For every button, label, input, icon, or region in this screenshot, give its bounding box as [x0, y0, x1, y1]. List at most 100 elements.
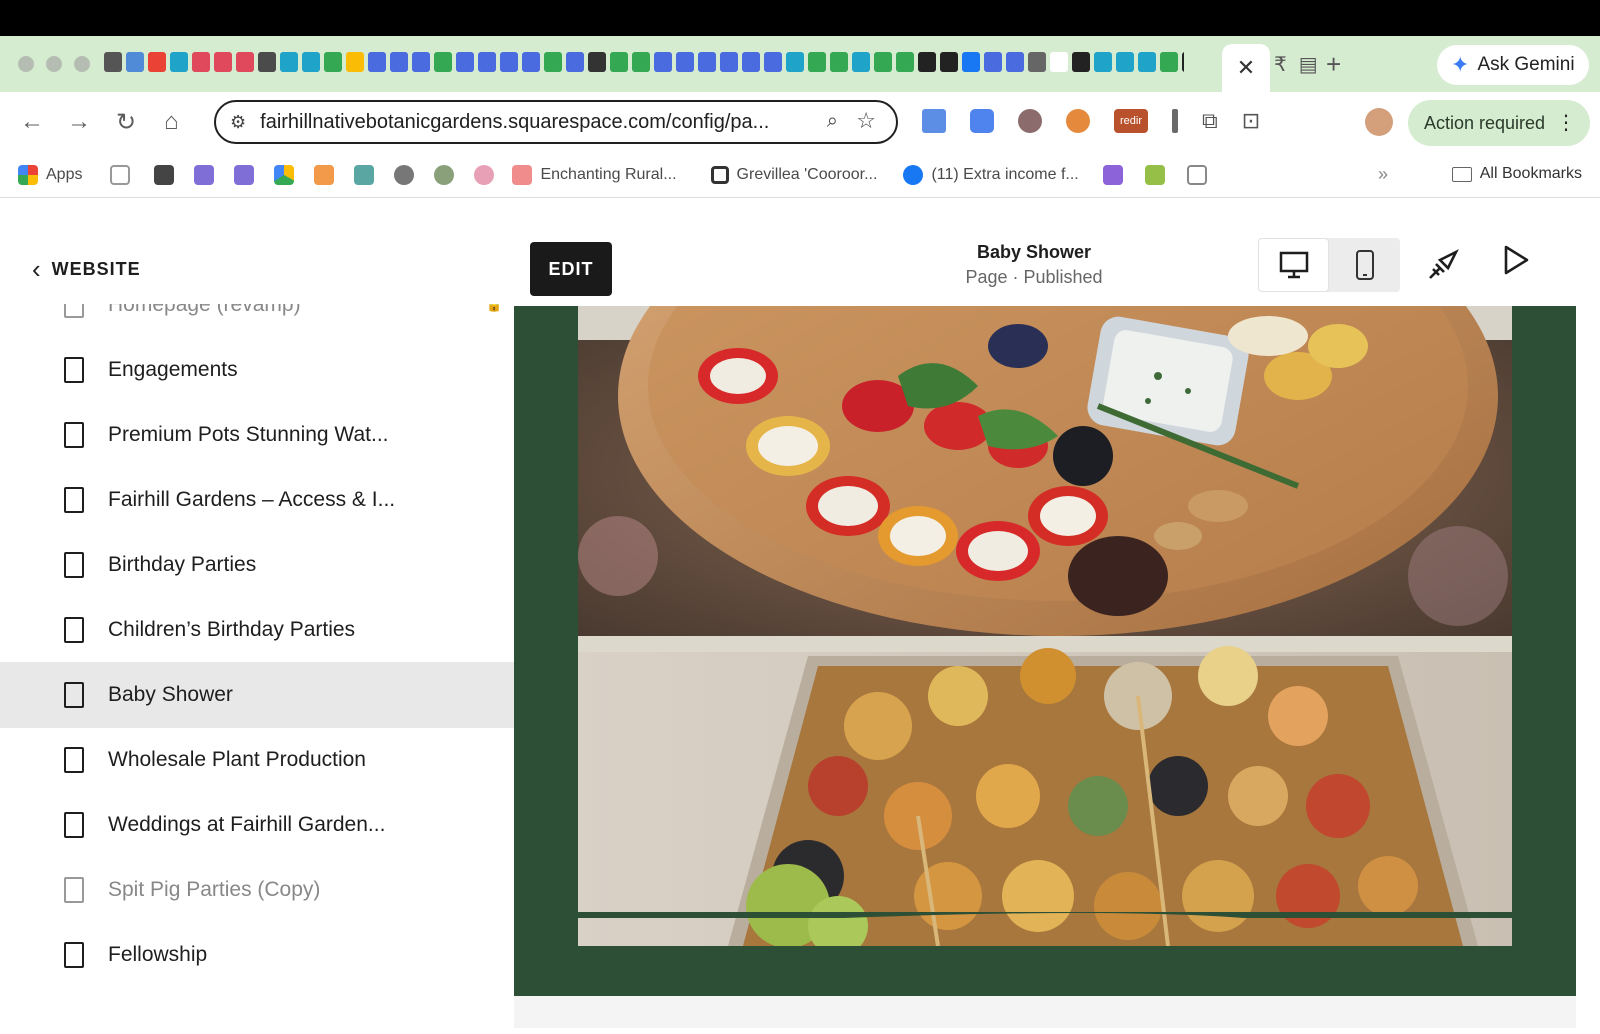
- extra-tab-icons[interactable]: ₹ ▤: [1274, 52, 1318, 77]
- drive-icon[interactable]: [274, 164, 295, 185]
- site-settings-icon[interactable]: ⚙: [230, 112, 246, 133]
- bookmark-item[interactable]: Enchanting Rural...: [512, 164, 677, 185]
- page-list-item[interactable]: Wholesale Plant Production: [0, 727, 514, 793]
- all-bookmarks-button[interactable]: All Bookmarks: [1451, 165, 1582, 183]
- grid-icon[interactable]: [110, 164, 131, 185]
- tab-favicon-icon[interactable]: [940, 52, 958, 72]
- new-tab-button[interactable]: +: [1326, 49, 1341, 80]
- close-window-button[interactable]: [18, 56, 34, 72]
- home-icon[interactable]: ⌂: [164, 108, 179, 136]
- tab-favicon-icon[interactable]: [544, 52, 562, 72]
- tab-favicon-icon[interactable]: [720, 52, 738, 72]
- window-controls[interactable]: [18, 56, 90, 72]
- tab-favicon-icon[interactable]: [368, 52, 386, 72]
- checkbox-icon[interactable]: [1102, 164, 1123, 185]
- device-view-toggle[interactable]: [1258, 238, 1400, 292]
- page-list-item[interactable]: Spit Pig Parties (Copy): [0, 857, 514, 923]
- bookmark-star-icon[interactable]: ☆: [856, 108, 876, 134]
- page-list-item[interactable]: Children’s Birthday Parties: [0, 597, 514, 663]
- tab-favicon-icon[interactable]: [280, 52, 298, 72]
- bookmark-icon-row[interactable]: [110, 164, 495, 185]
- active-tab-close[interactable]: ✕: [1222, 44, 1270, 92]
- form-icon[interactable]: [194, 164, 215, 185]
- tab-favicon-icon[interactable]: [808, 52, 826, 72]
- site-styles-brush-icon[interactable]: [1426, 248, 1460, 289]
- back-arrow-icon[interactable]: ←: [20, 108, 44, 136]
- tab-favicon-icon[interactable]: [1006, 52, 1024, 72]
- bookmark-item[interactable]: Grevillea 'Cooroor...: [710, 165, 877, 184]
- tab-favicon-icon[interactable]: [764, 52, 782, 72]
- bookmark-site-icon[interactable]: [394, 164, 415, 185]
- pinned-tab-favicons[interactable]: [104, 52, 1184, 76]
- bookmark-icon-row[interactable]: [1102, 164, 1207, 185]
- tab-favicon-icon[interactable]: [522, 52, 540, 72]
- tab-favicon-icon[interactable]: [918, 52, 936, 72]
- amazon-icon[interactable]: [154, 164, 175, 185]
- tab-favicon-icon[interactable]: [302, 52, 320, 72]
- bookmark-site-icon[interactable]: [354, 164, 375, 185]
- page-list-item[interactable]: Homepage (revamp) 🔒: [0, 304, 514, 338]
- mobile-view-button[interactable]: [1329, 238, 1400, 292]
- tab-favicon-icon[interactable]: [786, 52, 804, 72]
- tab-favicon-icon[interactable]: [192, 52, 210, 72]
- page-list-item[interactable]: Fairhill Gardens – Access & I...: [0, 467, 514, 533]
- url-text[interactable]: fairhillnativebotanicgardens.squarespace…: [260, 111, 769, 134]
- extension-snowflake-icon[interactable]: [970, 109, 994, 133]
- tab-favicon-icon[interactable]: [1182, 52, 1184, 72]
- zoom-icon[interactable]: ⌕: [827, 110, 838, 133]
- more-bookmarks-icon[interactable]: »: [1378, 164, 1388, 185]
- pocket-icon[interactable]: [1186, 164, 1207, 185]
- tab-favicon-icon[interactable]: [500, 52, 518, 72]
- tab-favicon-icon[interactable]: [566, 52, 584, 72]
- page-list-item[interactable]: Birthday Parties: [0, 532, 514, 598]
- tab-favicon-icon[interactable]: [456, 52, 474, 72]
- preview-play-icon[interactable]: [1502, 244, 1530, 284]
- tab-favicon-icon[interactable]: [148, 52, 166, 72]
- bookmark-item[interactable]: (11) Extra income f...: [903, 164, 1079, 185]
- form-icon[interactable]: [234, 164, 255, 185]
- extension-y-icon[interactable]: [922, 109, 946, 133]
- tab-favicon-icon[interactable]: [1094, 52, 1112, 72]
- tab-favicon-icon[interactable]: [1160, 52, 1178, 72]
- tab-favicon-icon[interactable]: [1138, 52, 1156, 72]
- tab-favicon-icon[interactable]: [258, 52, 276, 72]
- tab-favicon-icon[interactable]: [852, 52, 870, 72]
- forward-arrow-icon[interactable]: →: [67, 108, 91, 136]
- tab-search-icon[interactable]: ⊡: [1242, 108, 1260, 134]
- tab-favicon-icon[interactable]: [830, 52, 848, 72]
- tab-favicon-icon[interactable]: [346, 52, 364, 72]
- page-list-item[interactable]: Engagements: [0, 337, 514, 403]
- tab-favicon-icon[interactable]: [654, 52, 672, 72]
- tab-favicon-icon[interactable]: [434, 52, 452, 72]
- tab-favicon-icon[interactable]: [236, 52, 254, 72]
- bookmark-apps[interactable]: Apps: [18, 164, 82, 185]
- maximize-window-button[interactable]: [74, 56, 90, 72]
- tab-favicon-icon[interactable]: [742, 52, 760, 72]
- tab-favicon-icon[interactable]: ▤: [1299, 52, 1318, 77]
- address-bar[interactable]: ⚙ fairhillnativebotanicgardens.squarespa…: [214, 100, 898, 144]
- tab-favicon-icon[interactable]: [1116, 52, 1134, 72]
- tab-favicon-icon[interactable]: [1072, 52, 1090, 72]
- action-required-button[interactable]: Action required ⋮: [1408, 100, 1590, 146]
- tab-favicon-icon[interactable]: [676, 52, 694, 72]
- tab-favicon-icon[interactable]: [412, 52, 430, 72]
- tab-favicon-icon[interactable]: [214, 52, 232, 72]
- close-icon[interactable]: ✕: [1237, 55, 1255, 81]
- puzzle-extensions-icon[interactable]: ⧉: [1202, 108, 1218, 134]
- bookmark-site-icon[interactable]: [314, 164, 335, 185]
- extension-k-icon[interactable]: [1018, 109, 1042, 133]
- eyedropper-icon[interactable]: [1172, 109, 1178, 133]
- back-to-website-button[interactable]: ‹ WEBSITE: [32, 254, 141, 285]
- extension-shield-icon[interactable]: [1066, 109, 1090, 133]
- tab-favicon-icon[interactable]: [632, 52, 650, 72]
- bookmark-site-icon[interactable]: [434, 164, 455, 185]
- tab-favicon-icon[interactable]: [1050, 52, 1068, 72]
- tab-favicon-icon[interactable]: [324, 52, 342, 72]
- tab-favicon-icon[interactable]: [588, 52, 606, 72]
- page-list-item[interactable]: Baby Shower: [0, 662, 514, 728]
- tab-favicon-icon[interactable]: [1028, 52, 1046, 72]
- page-canvas[interactable]: [514, 306, 1576, 996]
- tab-favicon-icon[interactable]: [170, 52, 188, 72]
- tab-favicon-icon[interactable]: [896, 52, 914, 72]
- page-list-item[interactable]: Premium Pots Stunning Wat...: [0, 402, 514, 468]
